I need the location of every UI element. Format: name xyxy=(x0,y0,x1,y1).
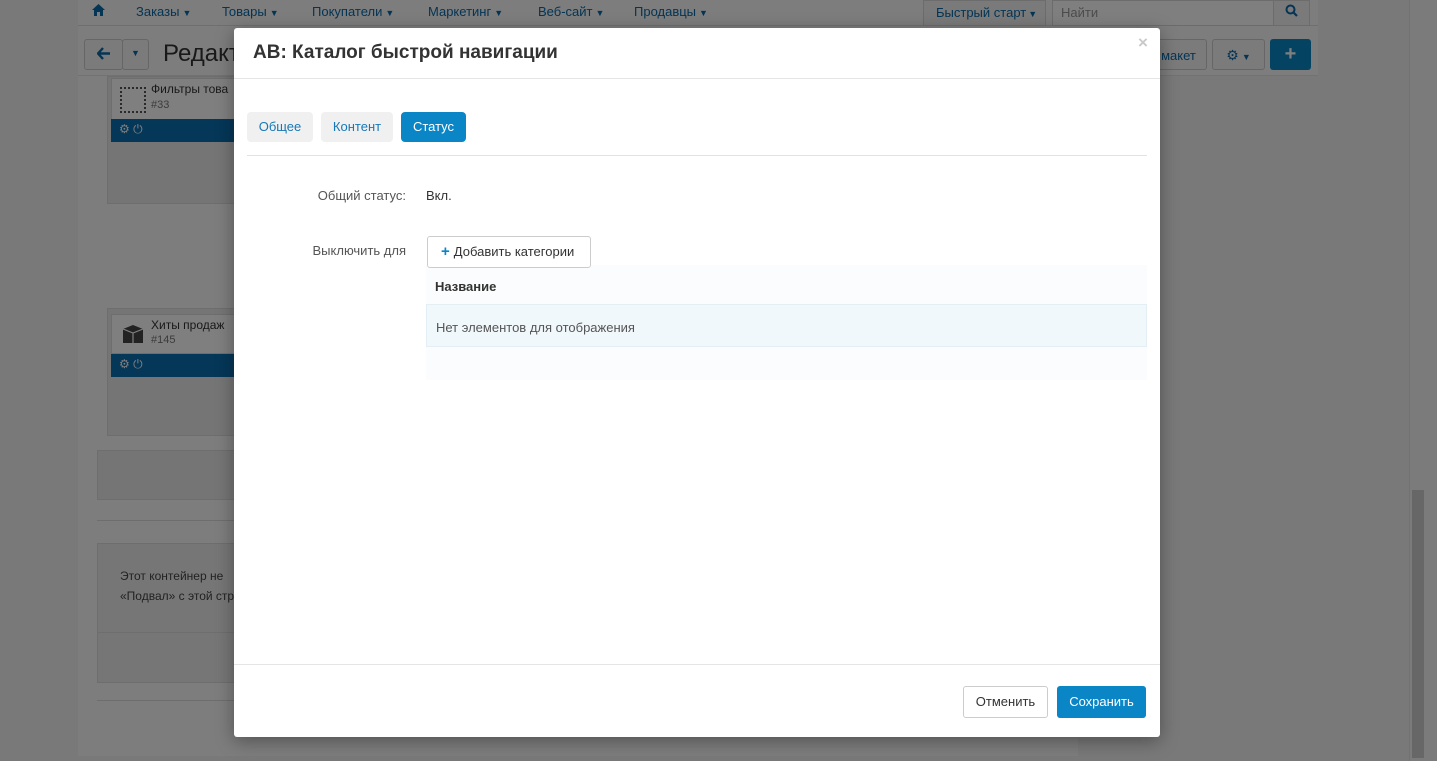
disable-for-label: Выключить для xyxy=(312,243,406,258)
close-icon[interactable]: × xyxy=(1138,33,1148,53)
modal-header: AB: Каталог быстрой навигации × xyxy=(234,28,1160,79)
block-settings-dialog: AB: Каталог быстрой навигации × Общее Ко… xyxy=(234,28,1160,737)
modal-footer: Отменить Сохранить xyxy=(234,664,1160,737)
add-categories-button[interactable]: + Добавить категории xyxy=(427,236,591,268)
tabs-divider xyxy=(247,155,1147,156)
tab-general[interactable]: Общее xyxy=(247,112,313,142)
table-header-name: Название xyxy=(435,279,497,294)
save-button[interactable]: Сохранить xyxy=(1057,686,1146,718)
cancel-button[interactable]: Отменить xyxy=(963,686,1048,718)
modal-title: AB: Каталог быстрой навигации xyxy=(253,42,558,63)
tab-status[interactable]: Статус xyxy=(401,112,466,142)
empty-message: Нет элементов для отображения xyxy=(436,320,635,335)
tab-content[interactable]: Контент xyxy=(321,112,393,142)
table-empty-row: Нет элементов для отображения xyxy=(426,304,1147,347)
status-value: Вкл. xyxy=(426,188,452,203)
status-label: Общий статус: xyxy=(317,188,406,203)
plus-icon: + xyxy=(441,243,450,260)
